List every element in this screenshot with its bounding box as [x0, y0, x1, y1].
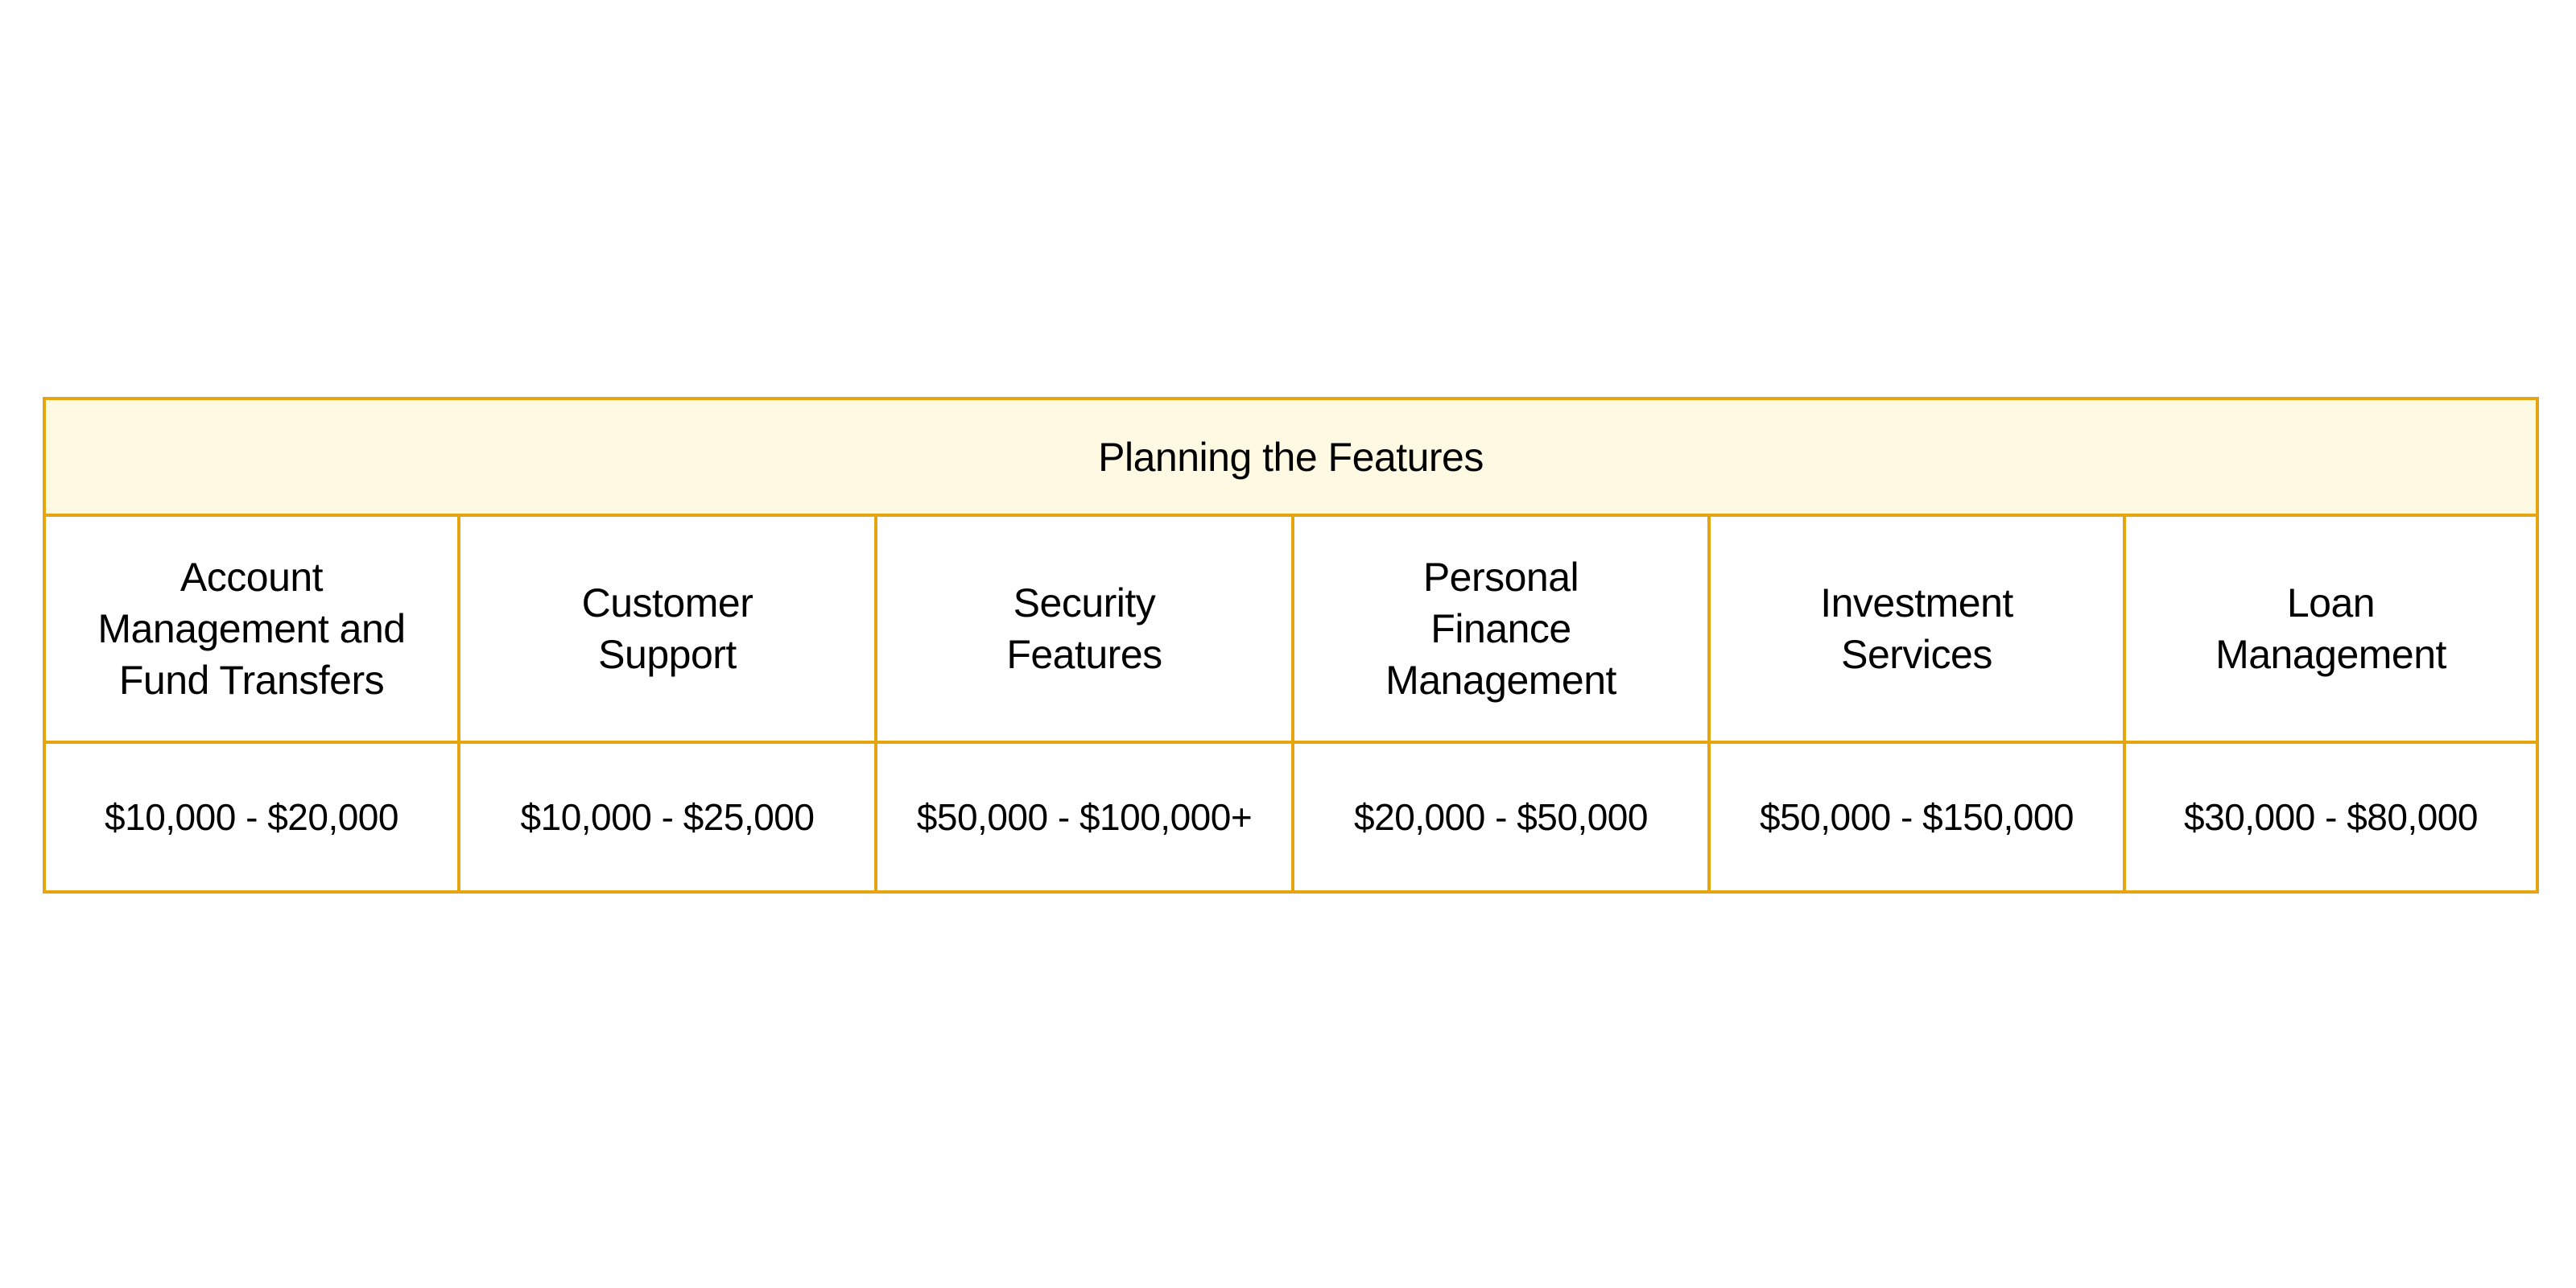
feature-name: Investment Services — [1820, 580, 2013, 677]
cost-range: $20,000 - $50,000 — [1354, 796, 1648, 838]
feature-name: Customer Support — [581, 580, 753, 677]
feature-name: Personal Finance Management — [1385, 555, 1616, 703]
feature-name: Account Management and Fund Transfers — [97, 555, 406, 703]
feature-header-row: Account Management and Fund Transfers Cu… — [43, 517, 2539, 744]
cost-cell: $50,000 - $150,000 — [1707, 744, 2123, 894]
feature-header-cell: Security Features — [874, 517, 1291, 744]
feature-header-cell: Personal Finance Management — [1291, 517, 1707, 744]
feature-name: Loan Management — [2215, 580, 2446, 677]
features-table: Planning the Features Account Management… — [43, 397, 2539, 894]
cost-cell: $10,000 - $25,000 — [457, 744, 874, 894]
cost-range: $10,000 - $25,000 — [520, 796, 815, 838]
cost-range: $50,000 - $100,000+ — [916, 796, 1253, 838]
feature-header-cell: Account Management and Fund Transfers — [43, 517, 457, 744]
cost-row: $10,000 - $20,000 $10,000 - $25,000 $50,… — [43, 744, 2539, 894]
cost-range: $50,000 - $150,000 — [1759, 796, 2074, 838]
feature-header-cell: Investment Services — [1707, 517, 2123, 744]
cost-range: $10,000 - $20,000 — [105, 796, 398, 838]
cost-cell: $10,000 - $20,000 — [43, 744, 457, 894]
feature-header-cell: Loan Management — [2123, 517, 2539, 744]
feature-name: Security Features — [1006, 580, 1162, 677]
table-title: Planning the Features — [43, 397, 2539, 517]
cost-cell: $30,000 - $80,000 — [2123, 744, 2539, 894]
cost-cell: $20,000 - $50,000 — [1291, 744, 1707, 894]
feature-header-cell: Customer Support — [457, 517, 874, 744]
cost-cell: $50,000 - $100,000+ — [874, 744, 1291, 894]
cost-range: $30,000 - $80,000 — [2184, 796, 2478, 838]
